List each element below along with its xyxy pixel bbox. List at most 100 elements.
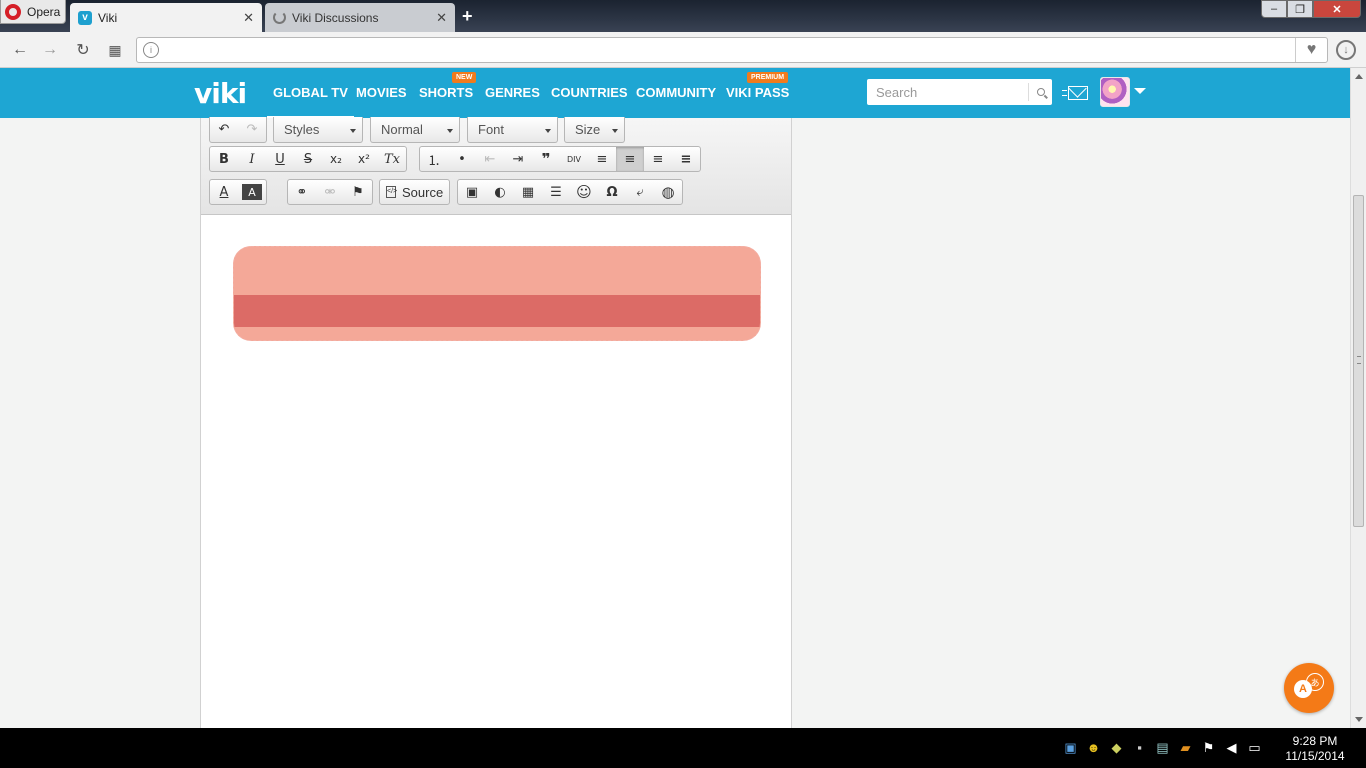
translate-fab-button[interactable]: あ A [1284, 663, 1334, 713]
justify-button[interactable]: ≡ [672, 147, 700, 171]
viki-header: viki GLOBAL TV MOVIES NEW SHORTS GENRES … [0, 68, 1350, 119]
action-center-flag-icon[interactable]: ⚑ [1200, 740, 1217, 756]
editor-content-area[interactable] [201, 215, 791, 728]
scroll-down-icon[interactable] [1355, 717, 1363, 722]
smiley-button[interactable]: ☺ [570, 180, 598, 204]
align-left-button[interactable]: ≡ [588, 147, 616, 171]
search-input[interactable] [867, 79, 1027, 105]
chevron-down-icon[interactable] [1134, 88, 1146, 94]
banner-placeholder-image[interactable] [233, 246, 761, 341]
unlink-button[interactable]: ⚮ [316, 180, 344, 204]
page-scrollbar[interactable] [1350, 68, 1366, 728]
basic-styles-group: B I U S x₂ x² Tx [209, 146, 407, 172]
tab-label: Viki [98, 10, 118, 25]
search-icon[interactable] [1028, 83, 1052, 101]
media-icon[interactable]: ▪ [1131, 740, 1148, 756]
text-color-button[interactable]: A [210, 180, 238, 204]
image-button[interactable]: ▣ [458, 180, 486, 204]
new-badge: NEW [452, 72, 477, 83]
nav-genres[interactable]: GENRES [485, 85, 540, 100]
outdent-button[interactable]: ⇤ [476, 147, 504, 171]
nav-movies[interactable]: MOVIES [356, 85, 407, 100]
strikethrough-button[interactable]: S [294, 147, 322, 171]
opera-menu-label: Opera [27, 4, 61, 19]
numbered-list-button[interactable]: ⒈ [420, 147, 448, 171]
back-button[interactable]: ← [10, 40, 30, 60]
table-button[interactable]: ▦ [514, 180, 542, 204]
network-icon[interactable]: ▭ [1246, 740, 1263, 756]
messenger-icon[interactable]: ☻ [1085, 740, 1102, 756]
horizontal-rule-button[interactable]: ☰ [542, 180, 570, 204]
opera-menu-button[interactable]: Opera [0, 0, 66, 24]
blockquote-button[interactable]: ❞ [532, 147, 560, 171]
viki-logo[interactable]: viki [194, 77, 247, 110]
styles-dropdown[interactable]: Styles [273, 117, 363, 143]
create-div-button[interactable]: DIV [560, 147, 588, 171]
iframe-globe-icon[interactable]: ◍ [654, 180, 682, 204]
redo-button[interactable]: ↷ [238, 118, 266, 142]
nav-shorts[interactable]: SHORTS [419, 85, 473, 100]
window-maximize-button[interactable]: ❐ [1287, 0, 1313, 18]
window-minimize-button[interactable]: ‒ [1261, 0, 1287, 18]
anchor-flag-icon[interactable]: ⚑ [344, 180, 372, 204]
bookmark-heart-icon[interactable]: ♥ [1295, 38, 1327, 62]
nav-countries[interactable]: COUNTRIES [551, 85, 628, 100]
loading-spinner-icon [273, 11, 286, 24]
indent-button[interactable]: ⇥ [504, 147, 532, 171]
tab-close-icon[interactable]: ✕ [243, 10, 254, 26]
background-color-button[interactable]: A [242, 184, 262, 200]
font-dropdown[interactable]: Font [467, 117, 558, 143]
flash-button[interactable]: ◐ [486, 180, 514, 204]
undo-button[interactable]: ↶ [210, 118, 238, 142]
nav-community[interactable]: COMMUNITY [636, 85, 716, 100]
source-label: Source [402, 184, 444, 200]
display-icon[interactable]: ▤ [1154, 740, 1171, 756]
forward-button[interactable]: → [40, 40, 60, 60]
opera-logo-icon [5, 3, 21, 20]
download-icon[interactable]: ↓ [1336, 40, 1356, 60]
clock-date: 11/15/2014 [1285, 749, 1345, 763]
source-button[interactable]: </> Source [380, 180, 449, 204]
system-tray: ▣ ☻ ◆ ▪ ▤ ▰ ⚑ ◀ ▭ [1062, 740, 1263, 756]
align-right-button[interactable]: ≡ [644, 147, 672, 171]
colors-group: A A [209, 179, 267, 205]
link-button[interactable]: ⚭ [288, 180, 316, 204]
bulleted-list-button[interactable]: • [448, 147, 476, 171]
tab-viki[interactable]: v Viki ✕ [70, 3, 262, 32]
editor-toolbar: ↶ ↷ Styles Normal Font Size B I U S x₂ x… [201, 117, 791, 215]
nav-global-tv[interactable]: GLOBAL TV [267, 85, 354, 119]
system-clock[interactable]: 9:28 PM 11/15/2014 [1280, 734, 1350, 764]
page-break-button[interactable]: ⤶ [626, 180, 654, 204]
viki-favicon-icon: v [78, 10, 92, 25]
chat-bubble-icon[interactable]: ◆ [1108, 740, 1125, 756]
tab-viki-discussions[interactable]: Viki Discussions ✕ [265, 3, 455, 32]
size-dropdown[interactable]: Size [564, 117, 625, 143]
messages-mail-icon[interactable] [1062, 86, 1088, 102]
package-icon[interactable]: ▰ [1177, 740, 1194, 756]
format-dropdown[interactable]: Normal [370, 117, 460, 143]
superscript-button[interactable]: x² [350, 147, 378, 171]
new-tab-button[interactable]: + [462, 6, 473, 27]
tab-close-icon[interactable]: ✕ [436, 10, 447, 26]
nav-viki-pass[interactable]: VIKI PASS [726, 85, 789, 100]
italic-button[interactable]: I [238, 147, 266, 171]
remove-format-button[interactable]: Tx [378, 147, 406, 171]
address-bar-row: ← → ↻ ▦ i ♥ ↓ [0, 32, 1366, 68]
volume-icon[interactable]: ◀ [1223, 740, 1240, 756]
windows-taskbar: ▣ ☻ ◆ ▪ ▤ ▰ ⚑ ◀ ▭ 9:28 PM 11/15/2014 [0, 728, 1366, 768]
scrollbar-thumb[interactable] [1353, 195, 1364, 527]
reload-button[interactable]: ↻ [73, 40, 93, 60]
underline-button[interactable]: U [266, 147, 294, 171]
align-center-button[interactable]: ≡ [616, 147, 644, 171]
network-app-icon[interactable]: ▣ [1062, 740, 1079, 756]
window-close-button[interactable]: ✕ [1313, 0, 1361, 18]
scroll-up-icon[interactable] [1355, 74, 1363, 79]
subscript-button[interactable]: x₂ [322, 147, 350, 171]
speed-dial-button[interactable]: ▦ [105, 40, 125, 60]
search-box [867, 79, 1052, 105]
address-field[interactable]: i ♥ [136, 37, 1328, 63]
special-char-button[interactable]: Ω [598, 180, 626, 204]
bold-button[interactable]: B [210, 147, 238, 171]
user-avatar[interactable] [1100, 77, 1130, 107]
site-info-icon[interactable]: i [143, 42, 159, 58]
